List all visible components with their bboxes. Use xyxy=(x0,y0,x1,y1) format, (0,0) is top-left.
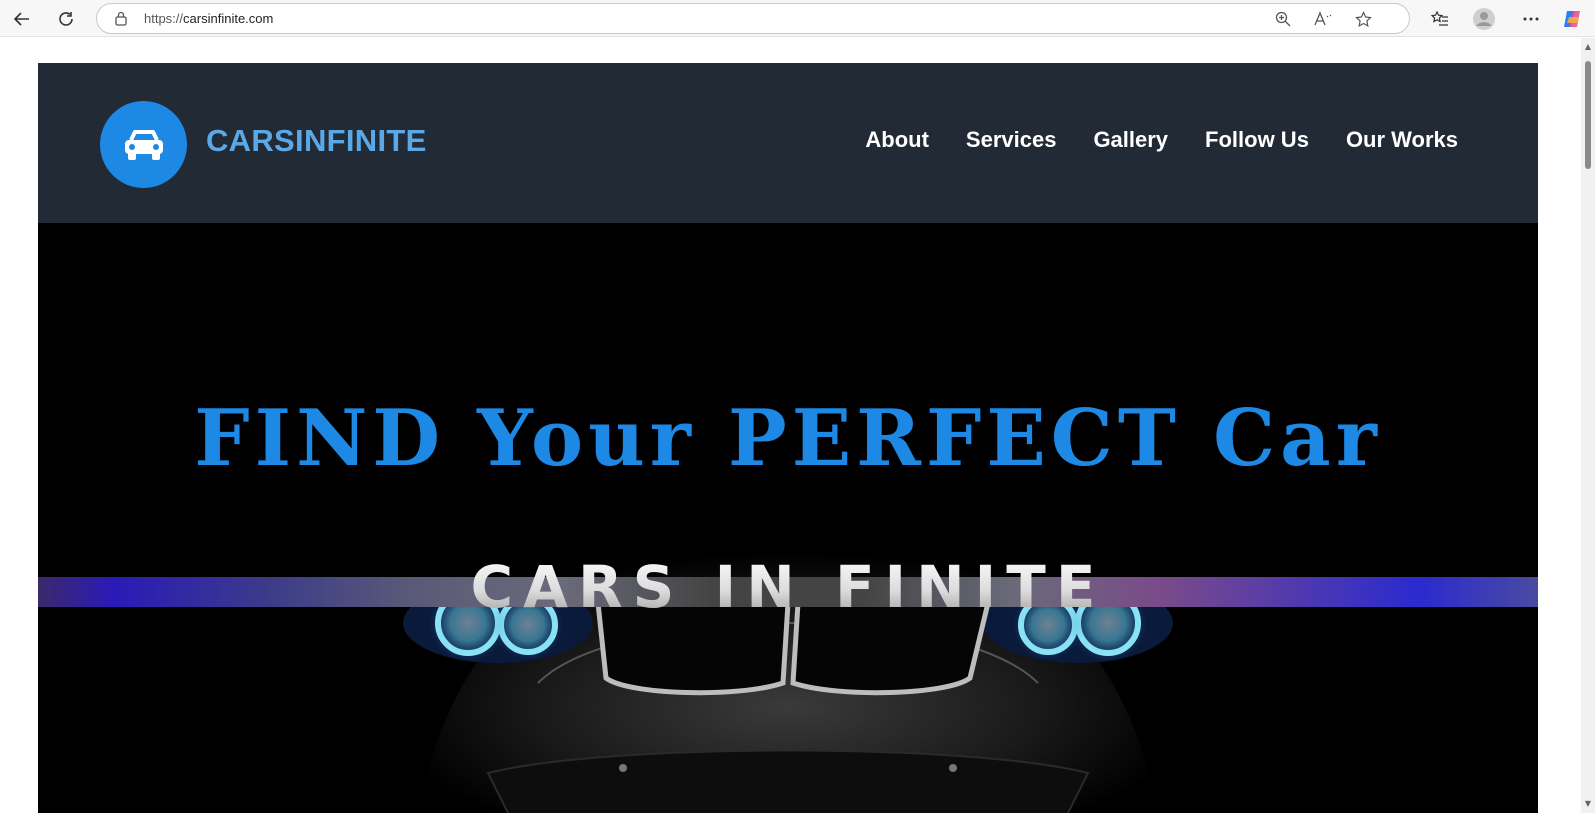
scroll-down-icon[interactable]: ▼ xyxy=(1583,799,1593,809)
scroll-up-icon[interactable]: ▲ xyxy=(1583,42,1593,52)
scrollbar-thumb[interactable] xyxy=(1585,61,1591,169)
hero-section: FIND Your PERFECT Car CARS IN FINITE xyxy=(38,223,1538,813)
refresh-icon[interactable] xyxy=(53,6,79,32)
zoom-icon[interactable] xyxy=(1272,8,1294,30)
website: CARSINFINITE About Services Gallery Foll… xyxy=(38,63,1538,813)
lock-icon[interactable] xyxy=(115,11,127,26)
favorites-icon[interactable] xyxy=(1427,6,1453,32)
more-icon[interactable] xyxy=(1518,6,1544,32)
profile-icon[interactable] xyxy=(1471,6,1497,32)
address-bar[interactable]: https://carsinfinite.com xyxy=(96,3,1410,34)
nav-about[interactable]: About xyxy=(865,127,929,153)
site-header: CARSINFINITE About Services Gallery Foll… xyxy=(38,63,1538,223)
nav-services[interactable]: Services xyxy=(966,127,1057,153)
nav-gallery[interactable]: Gallery xyxy=(1093,127,1168,153)
copilot-icon[interactable] xyxy=(1559,6,1585,32)
read-aloud-icon[interactable] xyxy=(1312,8,1334,30)
hero-brand-text: CARS IN FINITE xyxy=(38,553,1538,621)
arrow-left-icon[interactable] xyxy=(9,6,35,32)
hero-title: FIND Your PERFECT Car xyxy=(194,393,1382,484)
browser-toolbar: https://carsinfinite.com xyxy=(0,0,1595,37)
page-scrollbar[interactable]: ▲ ▼ xyxy=(1581,38,1595,813)
hero-car-image xyxy=(403,553,1173,813)
main-nav: About Services Gallery Follow Us Our Wor… xyxy=(865,127,1458,153)
star-icon[interactable] xyxy=(1352,8,1374,30)
brand-name[interactable]: CARSINFINITE xyxy=(206,123,427,159)
nav-follow-us[interactable]: Follow Us xyxy=(1205,127,1309,153)
page-viewport: CARSINFINITE About Services Gallery Foll… xyxy=(0,38,1595,813)
logo[interactable] xyxy=(100,101,187,188)
url-text[interactable]: https://carsinfinite.com xyxy=(144,11,273,26)
car-icon xyxy=(124,129,163,160)
nav-our-works[interactable]: Our Works xyxy=(1346,127,1458,153)
